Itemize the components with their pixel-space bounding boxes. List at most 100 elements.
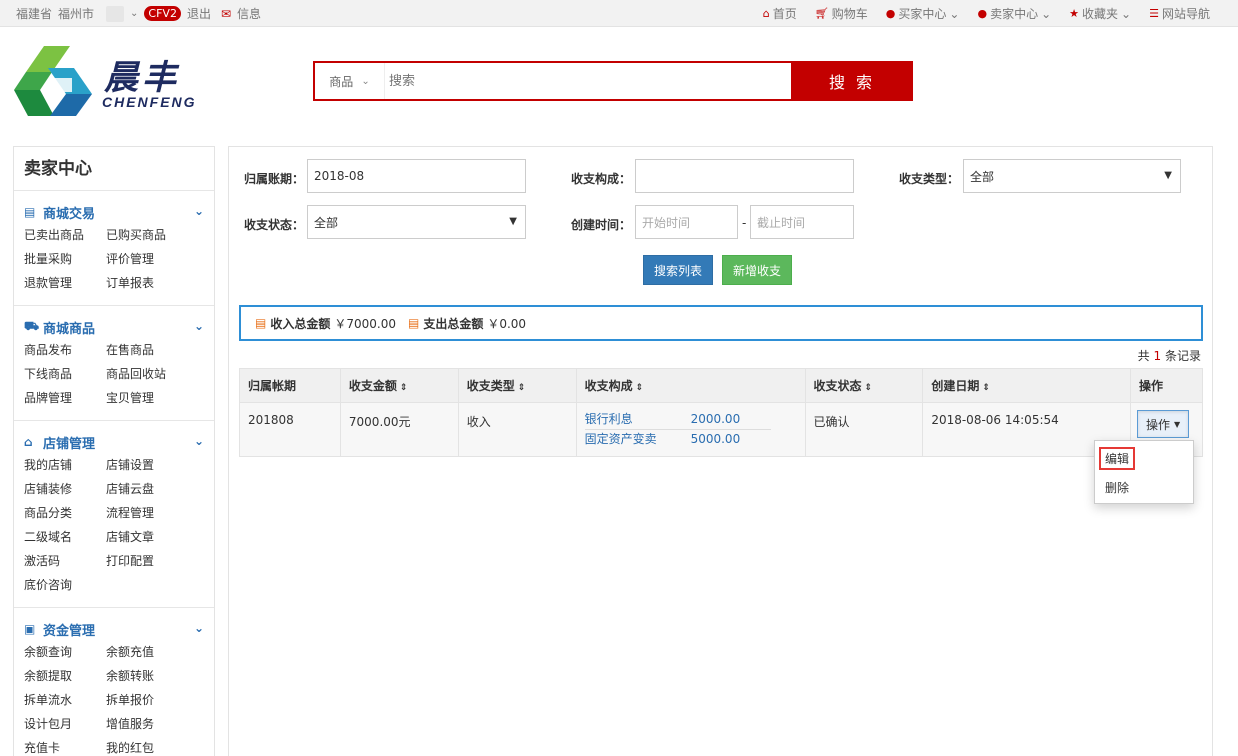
sort-icon[interactable]: ⇕ <box>865 383 873 393</box>
column-header[interactable]: 收支类型 ⇕ <box>457 368 577 403</box>
sidebar-item[interactable]: 二级域名 <box>24 525 106 549</box>
sidebar-item[interactable]: 已购买商品 <box>106 223 196 247</box>
sidebar-item[interactable]: 充值卡 <box>24 736 106 756</box>
sidebar-item[interactable]: 拆单报价 <box>106 688 196 712</box>
caret-down-icon: ▼ <box>1174 419 1181 429</box>
top-link-home[interactable]: ⌂ 首页 <box>763 5 797 22</box>
sidebar-item[interactable]: 店铺设置 <box>106 453 196 477</box>
start-date-input[interactable]: 开始时间 <box>635 205 738 239</box>
sidebar-item[interactable]: 底价咨询 <box>24 573 106 597</box>
chevron-down-icon[interactable]: ⌄ <box>194 319 204 333</box>
column-header: 归属帐期 <box>239 368 341 403</box>
sidebar-item[interactable]: 我的店铺 <box>24 453 106 477</box>
sidebar-item[interactable]: 下线商品 <box>24 362 106 386</box>
sidebar-item[interactable]: 品牌管理 <box>24 386 106 410</box>
province-label[interactable]: 福建省 <box>16 5 52 22</box>
sidebar-item[interactable]: 商品回收站 <box>106 362 196 386</box>
sidebar-group-title[interactable]: ▤ 商城交易 ⌄ <box>24 203 204 222</box>
sidebar-group-trade: ▤ 商城交易 ⌄ 已卖出商品 已购买商品 批量采购 评价管理 退款管理 订单报表 <box>14 191 214 306</box>
search-category-select[interactable]: 商品 ⌄ <box>315 63 385 99</box>
search-button[interactable]: 搜 索 <box>791 61 913 101</box>
sort-icon[interactable]: ⇕ <box>982 383 990 393</box>
search-list-button[interactable]: 搜索列表 <box>643 255 713 285</box>
chevron-down-icon[interactable]: ⌄ <box>194 621 204 635</box>
list-icon: ☰ <box>1149 7 1159 20</box>
sidebar-group-title[interactable]: ▣ 资金管理 ⌄ <box>24 620 204 639</box>
chevron-down-icon[interactable]: ⌄ <box>130 8 138 19</box>
action-dropdown-button[interactable]: 操作 ▼ <box>1137 410 1190 438</box>
sidebar-item[interactable]: 店铺云盘 <box>106 477 196 501</box>
chevron-down-icon: ⌄ <box>1041 6 1052 21</box>
delete-menu-item[interactable]: 删除 <box>1105 479 1129 496</box>
sidebar-item[interactable]: 余额转账 <box>106 664 196 688</box>
sidebar-item[interactable]: 激活码 <box>24 549 106 573</box>
column-header[interactable]: 创建日期 ⇕ <box>922 368 1131 403</box>
record-count: 共 1 条记录 <box>1137 349 1201 363</box>
top-link-buyer-center[interactable]: ● 买家中心 ⌄ <box>886 5 960 22</box>
sidebar-group-title[interactable]: ⌂ 店铺管理 ⌄ <box>24 433 204 452</box>
sidebar-item[interactable]: 商品发布 <box>24 338 106 362</box>
sidebar-item[interactable]: 订单报表 <box>106 271 196 295</box>
composition-value: 2000.00 <box>690 412 741 426</box>
top-link-seller-center[interactable]: ● 卖家中心 ⌄ <box>977 5 1051 22</box>
sidebar-item[interactable]: 流程管理 <box>106 501 196 525</box>
composition-input[interactable] <box>635 159 854 193</box>
column-header[interactable]: 收支构成 ⇕ <box>575 368 806 403</box>
avatar[interactable] <box>106 5 125 22</box>
composition-name-link[interactable]: 银行利息 <box>585 410 691 429</box>
card-icon: ▤ <box>24 205 36 219</box>
sidebar-item[interactable]: 评价管理 <box>106 247 196 271</box>
sidebar-item[interactable]: 店铺装修 <box>24 477 106 501</box>
cell-amount: 7000.00元 <box>339 402 459 457</box>
sidebar-item[interactable]: 在售商品 <box>106 338 196 362</box>
column-header[interactable]: 收支金额 ⇕ <box>339 368 459 403</box>
sort-icon[interactable]: ⇕ <box>400 383 408 393</box>
sidebar-item[interactable]: 宝贝管理 <box>106 386 196 410</box>
sidebar-item[interactable]: 打印配置 <box>106 549 196 573</box>
cell-status: 已确认 <box>804 402 924 457</box>
sidebar-item[interactable]: 余额查询 <box>24 640 106 664</box>
city-label[interactable]: 福州市 <box>58 5 94 22</box>
logout-link[interactable]: 退出 <box>187 5 211 22</box>
type-label: 收支类型： <box>899 172 960 186</box>
caret-down-icon: ▼ <box>509 216 517 227</box>
chevron-down-icon: ⌄ <box>361 75 370 87</box>
type-select[interactable]: 全部 ▼ <box>963 159 1181 193</box>
top-link-favorites[interactable]: ★ 收藏夹 ⌄ <box>1069 5 1131 22</box>
sidebar-group-title[interactable]: ⛟ 商城商品 ⌄ <box>24 318 204 337</box>
top-link-site-nav[interactable]: ☰ 网站导航 <box>1149 5 1210 22</box>
period-input[interactable]: 2018-08 <box>307 159 526 193</box>
sidebar-item[interactable]: 增值服务 <box>106 712 196 736</box>
chevron-down-icon[interactable]: ⌄ <box>194 434 204 448</box>
sidebar-item[interactable]: 已卖出商品 <box>24 223 106 247</box>
action-dropdown-menu: 编辑 删除 <box>1094 440 1194 504</box>
top-link-cart[interactable]: 🛒︎ 购物车 <box>815 5 868 22</box>
main-panel: 归属账期： 2018-08 收支构成： 收支类型： 全部 ▼ 收支状态： 全部 … <box>228 146 1213 756</box>
column-header[interactable]: 收支状态 ⇕ <box>804 368 924 403</box>
chevron-down-icon: ⌄ <box>1121 6 1132 21</box>
sidebar-item[interactable]: 余额充值 <box>106 640 196 664</box>
sidebar-item[interactable]: 店铺文章 <box>106 525 196 549</box>
site-logo[interactable]: 晨丰 CHENFENG <box>14 44 210 118</box>
sidebar-item[interactable]: 我的红包 <box>106 736 196 756</box>
expense-total: ▤ 支出总金额 ￥0.00 <box>407 316 527 331</box>
status-select[interactable]: 全部 ▼ <box>307 205 526 239</box>
chevron-down-icon[interactable]: ⌄ <box>194 204 204 218</box>
money-icon: ▣ <box>24 622 36 636</box>
composition-name-link[interactable]: 固定资产变卖 <box>585 430 691 449</box>
user-icon: ● <box>885 7 896 20</box>
sidebar-item[interactable]: 批量采购 <box>24 247 106 271</box>
sidebar-item[interactable]: 商品分类 <box>24 501 106 525</box>
end-date-input[interactable]: 截止时间 <box>750 205 854 239</box>
sort-icon[interactable]: ⇕ <box>518 383 526 393</box>
sidebar-item[interactable]: 退款管理 <box>24 271 106 295</box>
sidebar-item[interactable]: 余额提取 <box>24 664 106 688</box>
sidebar-item[interactable]: 拆单流水 <box>24 688 106 712</box>
sort-icon[interactable]: ⇕ <box>636 383 644 393</box>
edit-menu-item[interactable]: 编辑 <box>1099 447 1136 470</box>
add-entry-button[interactable]: 新增收支 <box>722 255 792 285</box>
search-input[interactable] <box>389 65 789 97</box>
wallet-icon: ▤ <box>407 316 420 330</box>
sidebar-item[interactable]: 设计包月 <box>24 712 106 736</box>
messages-link[interactable]: 信息 <box>237 5 261 22</box>
